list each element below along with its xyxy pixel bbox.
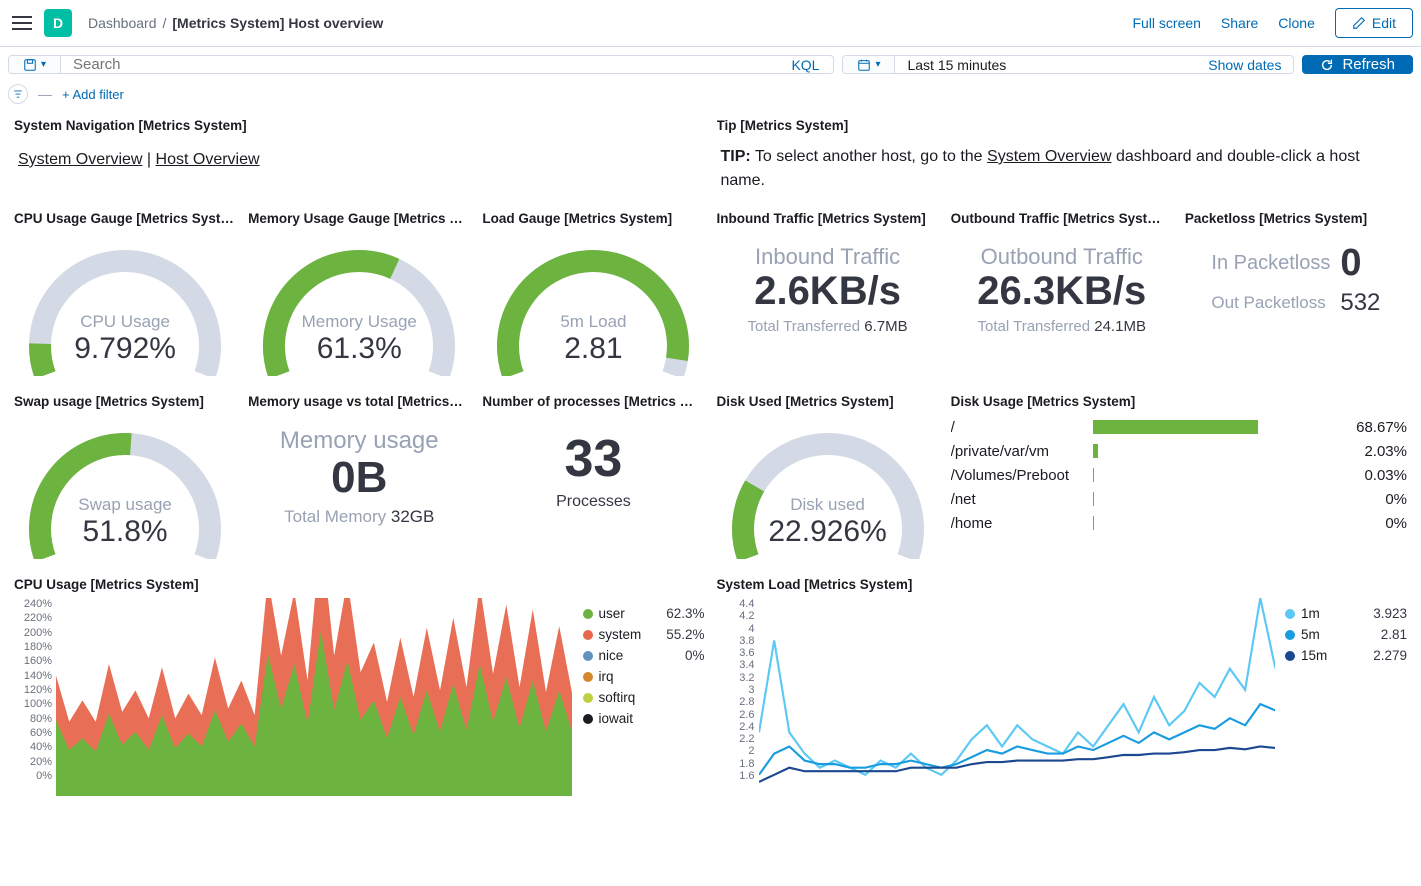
chevron-down-icon: ▾ xyxy=(41,59,46,70)
panel-disk-usage: Disk Usage [Metrics System] / 68.67% /pr… xyxy=(945,390,1413,573)
panel-system-load-chart: System Load [Metrics System] 4.44.243.83… xyxy=(711,573,1414,806)
legend-item[interactable]: user 62.3% xyxy=(583,606,705,621)
panel-disk-used: Disk Used [Metrics System] Disk used22.9… xyxy=(711,390,945,573)
panel-title: Inbound Traffic [Metrics System] xyxy=(717,211,939,226)
hamburger-menu[interactable] xyxy=(8,9,36,37)
panel-title: CPU Usage [Metrics System] xyxy=(14,577,705,592)
breadcrumb-root[interactable]: Dashboard xyxy=(88,15,157,31)
legend-item[interactable]: softirq xyxy=(583,690,705,705)
timerange-label[interactable]: Last 15 minutes xyxy=(907,57,1006,73)
panel-load-gauge: Load Gauge [Metrics System] 5m Load2.81 xyxy=(476,207,710,390)
host-overview-link[interactable]: Host Overview xyxy=(156,151,260,168)
cpu-usage-chart: 240%220%200%180%160%140%120%100%80%60%40… xyxy=(14,598,573,798)
legend-dot xyxy=(1285,609,1295,619)
memory-gauge: Memory Usage61.3% xyxy=(248,232,470,382)
dashboard-grid: System Navigation [Metrics System] Syste… xyxy=(0,114,1421,806)
disk-row: /Volumes/Preboot 0.03% xyxy=(951,463,1407,487)
panel-inbound: Inbound Traffic [Metrics System] Inbound… xyxy=(711,207,945,390)
system-load-chart: 4.44.243.83.63.43.232.82.62.42.221.81.6 xyxy=(717,598,1276,798)
disk-row: /net 0% xyxy=(951,487,1407,511)
legend-item[interactable]: system 55.2% xyxy=(583,627,705,642)
filter-icon xyxy=(13,89,23,99)
add-filter-link[interactable]: + Add filter xyxy=(62,87,124,102)
load-gauge: 5m Load2.81 xyxy=(482,232,704,382)
disk-icon xyxy=(23,58,37,72)
share-link[interactable]: Share xyxy=(1221,15,1258,31)
panel-title: Load Gauge [Metrics System] xyxy=(482,211,704,226)
app-icon[interactable]: D xyxy=(44,9,72,37)
legend-dot xyxy=(583,609,593,619)
search-input[interactable] xyxy=(61,56,777,73)
panel-title: Packetloss [Metrics System] xyxy=(1185,211,1407,226)
panel-title: System Load [Metrics System] xyxy=(717,577,1408,592)
legend-item[interactable]: 15m 2.279 xyxy=(1285,648,1407,663)
search-group: ▾ KQL xyxy=(8,55,834,74)
panel-mem-total: Memory usage vs total [Metrics… Memory u… xyxy=(242,390,476,573)
legend-dot xyxy=(583,630,593,640)
panel-mem-gauge: Memory Usage Gauge [Metrics … Memory Usa… xyxy=(242,207,476,390)
top-bar: D Dashboard / [Metrics System] Host over… xyxy=(0,0,1421,47)
disk-row: / 68.67% xyxy=(951,415,1407,439)
panel-title: Number of processes [Metrics … xyxy=(482,394,704,409)
saved-query-button[interactable]: ▾ xyxy=(9,56,61,73)
query-bar: ▾ KQL ▾ Last 15 minutes Show dates Refre… xyxy=(0,47,1421,82)
panel-title: Memory Usage Gauge [Metrics … xyxy=(248,211,470,226)
legend-item[interactable]: iowait xyxy=(583,711,705,726)
calendar-icon xyxy=(857,58,871,72)
system-overview-link[interactable]: System Overview xyxy=(18,151,142,168)
panel-title: System Navigation [Metrics System] xyxy=(14,118,705,133)
panel-cpu-gauge: CPU Usage Gauge [Metrics Syst… CPU Usage… xyxy=(8,207,242,390)
disk-gauge: Disk used22.926% xyxy=(717,415,939,565)
fullscreen-link[interactable]: Full screen xyxy=(1132,15,1200,31)
show-dates-link[interactable]: Show dates xyxy=(1208,57,1281,73)
cpu-gauge: CPU Usage9.792% xyxy=(14,232,236,382)
panel-outbound: Outbound Traffic [Metrics Syst… Outbound… xyxy=(945,207,1179,390)
legend-dot xyxy=(583,672,593,682)
panel-title: Memory usage vs total [Metrics… xyxy=(248,394,470,409)
panel-packetloss: Packetloss [Metrics System] In Packetlos… xyxy=(1179,207,1413,390)
disk-row: /home 0% xyxy=(951,511,1407,535)
breadcrumb-current: [Metrics System] Host overview xyxy=(172,15,383,31)
legend-item[interactable]: 1m 3.923 xyxy=(1285,606,1407,621)
filter-options-button[interactable] xyxy=(8,84,28,104)
panel-sys-nav: System Navigation [Metrics System] Syste… xyxy=(8,114,711,207)
panel-title: Disk Used [Metrics System] xyxy=(717,394,939,409)
pencil-icon xyxy=(1352,16,1366,30)
panel-tip: Tip [Metrics System] TIP: To select anot… xyxy=(711,114,1414,207)
disk-row: /private/var/vm 2.03% xyxy=(951,439,1407,463)
chevron-down-icon: ▾ xyxy=(875,59,880,70)
legend-item[interactable]: nice 0% xyxy=(583,648,705,663)
legend-dot xyxy=(583,714,593,724)
legend-dot xyxy=(583,693,593,703)
legend-item[interactable]: irq xyxy=(583,669,705,684)
tip-system-overview-link[interactable]: System Overview xyxy=(987,148,1111,165)
refresh-icon xyxy=(1320,58,1334,72)
panel-title: Swap usage [Metrics System] xyxy=(14,394,236,409)
breadcrumb: Dashboard / [Metrics System] Host overvi… xyxy=(88,15,383,31)
date-quick-button[interactable]: ▾ xyxy=(843,56,895,73)
panel-title: CPU Usage Gauge [Metrics Syst… xyxy=(14,211,236,226)
cpu-legend: user 62.3% system 55.2% nice 0% irq soft… xyxy=(583,598,705,798)
swap-gauge: Swap usage51.8% xyxy=(14,415,236,565)
panel-title: Disk Usage [Metrics System] xyxy=(951,394,1407,409)
panel-title: Outbound Traffic [Metrics Syst… xyxy=(951,211,1173,226)
panel-title: Tip [Metrics System] xyxy=(717,118,1408,133)
load-legend: 1m 3.923 5m 2.81 15m 2.279 xyxy=(1285,598,1407,798)
panel-cpu-usage-chart: CPU Usage [Metrics System] 240%220%200%1… xyxy=(8,573,711,806)
legend-item[interactable]: 5m 2.81 xyxy=(1285,627,1407,642)
kql-toggle[interactable]: KQL xyxy=(777,56,833,73)
filter-row: — + Add filter xyxy=(0,82,1421,114)
date-group: ▾ Last 15 minutes Show dates xyxy=(842,55,1294,74)
clone-link[interactable]: Clone xyxy=(1278,15,1315,31)
panel-swap-gauge: Swap usage [Metrics System] Swap usage51… xyxy=(8,390,242,573)
legend-dot xyxy=(1285,630,1295,640)
legend-dot xyxy=(1285,651,1295,661)
refresh-button[interactable]: Refresh xyxy=(1302,55,1413,74)
legend-dot xyxy=(583,651,593,661)
edit-button[interactable]: Edit xyxy=(1335,8,1413,38)
panel-processes: Number of processes [Metrics … 33 Proces… xyxy=(476,390,710,573)
